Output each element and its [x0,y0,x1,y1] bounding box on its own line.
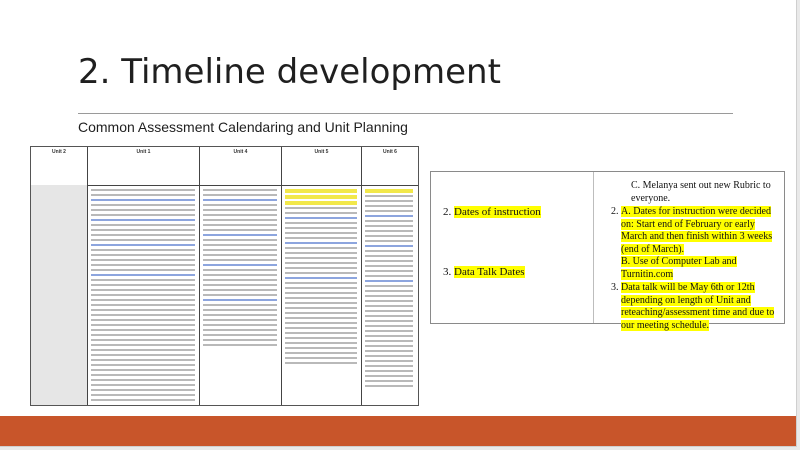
table-header-cell: Unit 2 [31,147,88,185]
notes-detail-item: Data talk will be May 6th or 12th depend… [621,282,782,332]
notes-item-data-talk: 3. Data Talk Dates [443,266,525,278]
table-header-cell: Unit 6 [383,149,397,155]
table-header-cell: Unit 1 [88,147,200,185]
notes-intro: C. Melanya sent out new Rubric to everyo… [631,180,771,204]
table-cell-text [91,189,195,404]
table-column-divider [281,185,282,405]
table-cell-text [365,189,413,390]
table-header-cell: Unit 4 [200,147,282,185]
table-header-row: Unit 2 Unit 1 Unit 4 Unit 5 Unit 6 [31,147,418,186]
table-cell-text [203,189,277,349]
panel-divider [593,172,594,323]
notes-item-dates: 2. Dates of instruction [443,206,541,218]
slide-subtitle: Common Assessment Calendaring and Unit P… [78,119,408,135]
table-column-divider [199,185,200,405]
notes-detail-item: A. Dates for instruction were decided on… [621,206,782,281]
table-column-divider [361,185,362,405]
accent-bar [0,416,796,446]
table-header-cell: Unit 5 [282,147,362,185]
slide-title: 2. Timeline development [78,52,501,92]
title-divider [78,113,733,114]
notes-panel: 2. Dates of instruction 3. Data Talk Dat… [430,171,785,331]
slide: 2. Timeline development Common Assessmen… [0,0,797,447]
table-row-label-cell [31,185,88,405]
notes-details: C. Melanya sent out new Rubric to everyo… [607,180,782,333]
unit-planning-table-image: Unit 2 Unit 1 Unit 4 Unit 5 Unit 6 [30,146,419,406]
table-cell-text [285,189,357,367]
